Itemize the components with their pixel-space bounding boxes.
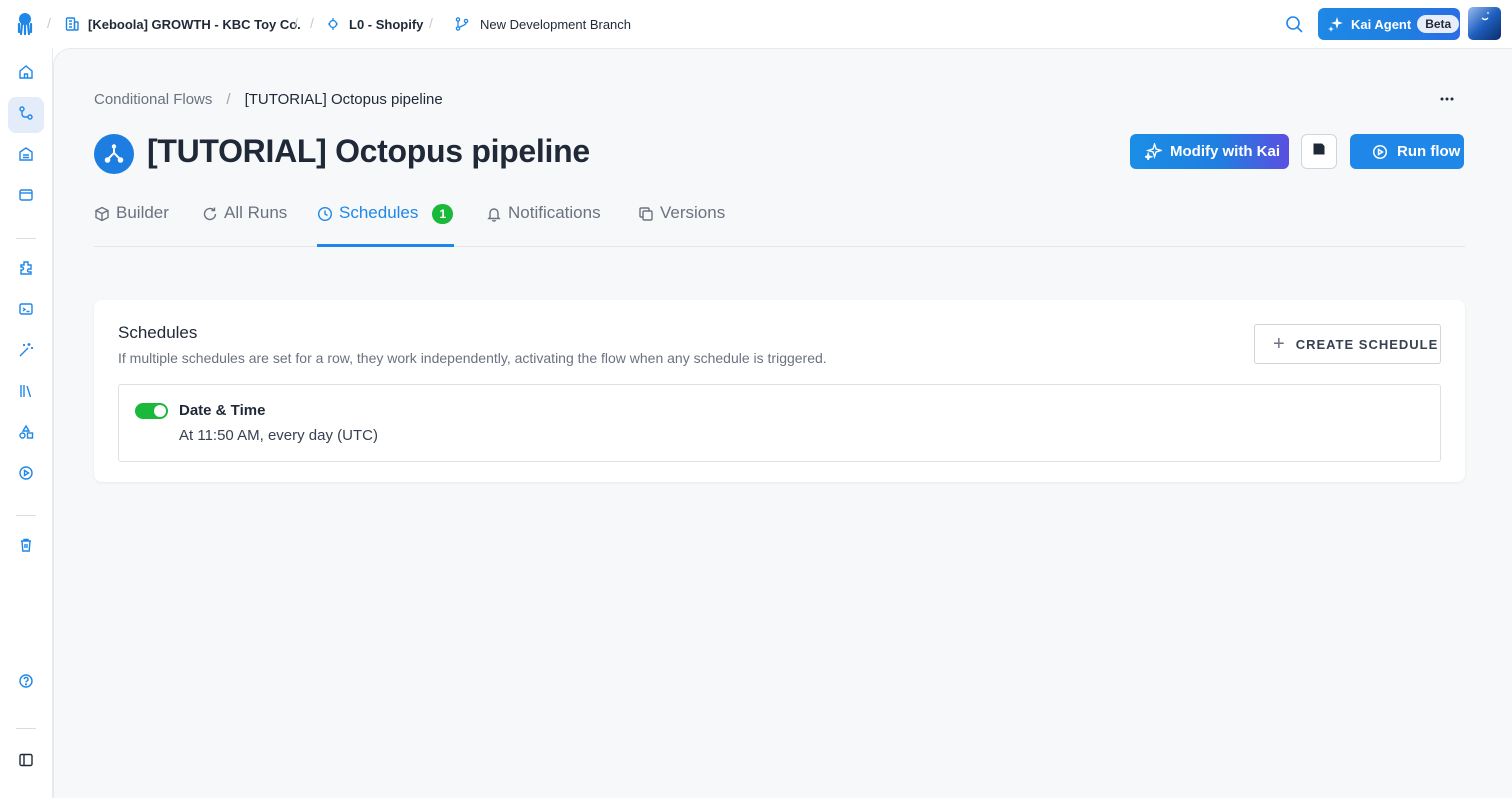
breadcrumb-separator: / [47,15,51,31]
play-icon [1372,144,1388,160]
transformations-icon [18,301,34,322]
schedules-card: Schedules If multiple schedules are set … [94,300,1465,482]
breadcrumb-separator: / [226,91,231,108]
main-content: Conditional Flows / [TUTORIAL] Octopus p… [53,48,1512,798]
sidebar-item-storage[interactable] [8,138,44,174]
project-icon [326,16,340,32]
sidebar-item-jobs[interactable] [8,457,44,493]
tab-schedules-label: Schedules [339,203,419,222]
sidebar-item-shapes[interactable] [8,416,44,452]
sidebar-item-trash[interactable] [8,529,44,565]
sidebar-item-components[interactable] [8,252,44,288]
keboola-logo-icon[interactable] [14,12,36,36]
storage-icon [18,146,34,167]
sidebar-toggle-icon [18,752,34,773]
breadcrumb-separator: / [429,15,433,31]
bell-icon [486,206,502,222]
sidebar-divider [16,728,36,729]
schedule-row[interactable]: Date & Time At 11:50 AM, every day (UTC) [118,384,1441,462]
project-name: L0 - Shopify [349,16,424,32]
breadcrumb-current: [TUTORIAL] Octopus pipeline [244,91,443,108]
run-flow-label: Run flow [1397,143,1461,160]
create-schedule-button[interactable]: + CREATE SCHEDULE [1254,324,1441,364]
schedule-description: At 11:50 AM, every day (UTC) [179,427,378,444]
components-icon [18,260,34,281]
tab-all-runs-label: All Runs [224,203,288,222]
modify-with-kai-button[interactable]: Modify with Kai [1130,134,1289,169]
run-flow-button[interactable]: Run flow [1350,134,1464,169]
home-icon [18,64,34,85]
create-schedule-label: CREATE SCHEDULE [1295,336,1439,352]
schedules-description: If multiple schedules are set for a row,… [118,350,827,366]
sidebar-item-transformations[interactable] [8,293,44,329]
branch-name: New Development Branch [480,16,632,32]
kai-agent-label: Kai Agent [1351,16,1412,32]
git-branch-icon [454,16,470,32]
tab-schedules[interactable]: Schedules 1 [317,199,454,247]
schedule-enabled-toggle[interactable] [135,403,168,419]
workspace-icon [18,187,34,208]
tab-bar: Builder All Runs Schedules 1 Notificatio… [94,199,1465,247]
sidebar-item-help[interactable] [8,665,44,701]
cube-icon [94,206,110,222]
tab-builder[interactable]: Builder [94,199,169,247]
plus-icon: + [1273,333,1286,355]
branch-crumb[interactable]: New Development Branch [454,0,631,48]
sidebar-item-flows[interactable] [8,97,44,133]
top-bar: / [Keboola] GROWTH - KBC Toy Co. / / L0 … [0,0,1512,48]
more-options-icon[interactable] [1438,89,1456,109]
schedule-type: Date & Time [179,402,266,419]
library-icon [18,383,34,404]
breadcrumb: Conditional Flows / [TUTORIAL] Octopus p… [94,91,443,108]
sidebar-toggle[interactable] [8,744,44,780]
tab-notifications[interactable]: Notifications [486,199,601,247]
tab-versions[interactable]: Versions [638,199,725,247]
breadcrumb-separator: / [294,15,298,31]
tab-builder-label: Builder [116,203,169,222]
sidebar-divider [16,238,36,239]
modify-with-kai-label: Modify with Kai [1170,143,1280,160]
schedules-title: Schedules [118,323,198,342]
flows-icon [18,105,34,126]
copy-icon [638,206,654,222]
page-title: [TUTORIAL] Octopus pipeline [147,133,590,169]
shapes-icon [18,424,34,445]
conditional-flow-icon [94,134,134,174]
breadcrumb-parent-link[interactable]: Conditional Flows [94,91,212,108]
clock-icon [317,206,333,222]
avatar[interactable] [1468,7,1501,40]
sidebar-item-magic[interactable] [8,334,44,370]
organization-name: [Keboola] GROWTH - KBC Toy Co. [88,16,301,32]
refresh-icon [202,206,218,222]
sidebar-item-home[interactable] [8,56,44,92]
project-crumb[interactable]: L0 - Shopify [326,0,423,48]
toggle-knob [154,405,166,417]
trash-icon [18,537,34,558]
breadcrumb-separator: / [310,15,314,31]
help-icon [18,673,34,694]
save-icon [1312,142,1326,161]
tab-all-runs[interactable]: All Runs [202,199,287,247]
tab-notifications-label: Notifications [508,203,601,222]
organization-crumb[interactable]: [Keboola] GROWTH - KBC Toy Co. [64,0,301,48]
save-button[interactable] [1301,134,1337,169]
search-icon[interactable] [1283,13,1305,35]
sidebar-divider [16,515,36,516]
sparkles-icon [1145,143,1162,160]
sidebar-item-library[interactable] [8,375,44,411]
sidebar-item-workspace[interactable] [8,179,44,215]
magic-wand-icon [18,342,34,363]
sidebar [0,48,53,798]
building-icon [64,16,80,32]
kai-agent-button[interactable]: Kai Agent Beta [1318,8,1460,40]
beta-badge: Beta [1417,15,1460,33]
tab-versions-label: Versions [660,203,726,222]
jobs-play-icon [18,465,34,486]
schedules-count-badge: 1 [432,204,454,224]
sparkles-icon [1328,16,1344,32]
